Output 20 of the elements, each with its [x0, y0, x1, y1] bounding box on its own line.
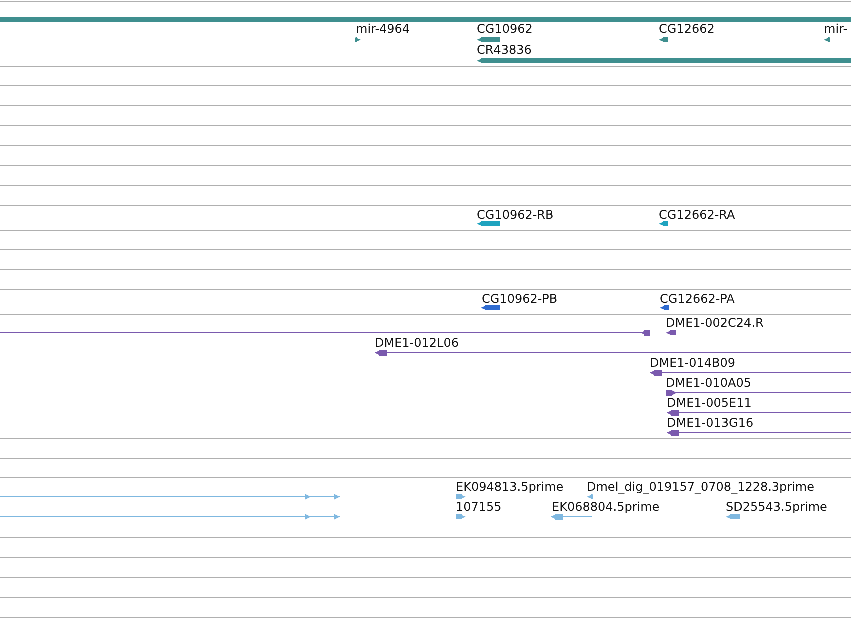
feature-label[interactable]: Dmel_dig_019157_0708_1228.3prime — [587, 480, 815, 494]
feature-label[interactable]: CG10962 — [477, 22, 533, 36]
feature-label[interactable]: mir- — [824, 22, 848, 36]
feature-label[interactable]: DME1-010A05 — [666, 376, 752, 390]
feature-label[interactable]: DME1-002C24.R — [666, 316, 764, 330]
feature-label[interactable]: CG10962-PB — [482, 292, 558, 306]
feature-label[interactable]: CG10962-RB — [477, 208, 554, 222]
feature-label[interactable]: CG12662-RA — [659, 208, 736, 222]
feature-label[interactable]: EK094813.5prime — [456, 480, 564, 494]
feature-label[interactable]: 107155 — [456, 500, 502, 514]
feature-label[interactable]: CR43836 — [477, 43, 532, 57]
feature-label[interactable]: DME1-005E11 — [667, 396, 752, 410]
feature-label[interactable]: SD25543.5prime — [726, 500, 828, 514]
feature-label[interactable]: EK068804.5prime — [552, 500, 660, 514]
feature-label[interactable]: mir-4964 — [356, 22, 410, 36]
feature-label[interactable]: CG12662 — [659, 22, 715, 36]
feature-label[interactable]: CG12662-PA — [660, 292, 735, 306]
feature-label[interactable]: DME1-012L06 — [375, 336, 459, 350]
feature-label[interactable]: DME1-013G16 — [667, 416, 754, 430]
feature-label[interactable]: DME1-014B09 — [650, 356, 736, 370]
